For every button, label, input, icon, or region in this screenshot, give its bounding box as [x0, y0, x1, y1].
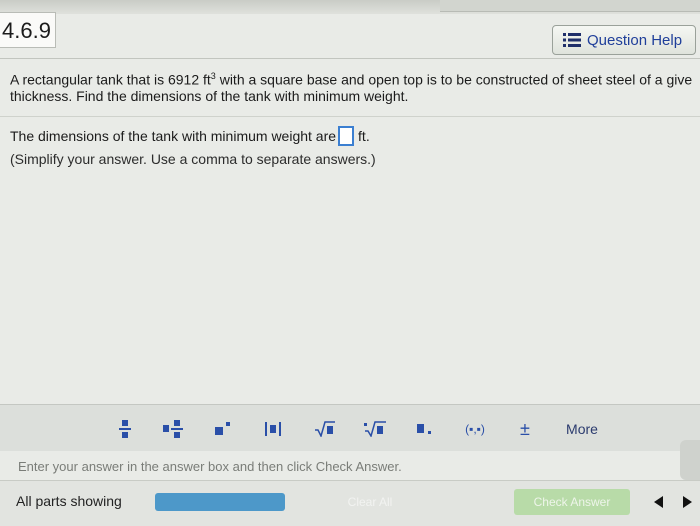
decimal-button[interactable]	[408, 416, 442, 442]
sqrt-icon	[315, 421, 335, 437]
page-corner-shadow	[680, 440, 700, 480]
problem-text-prefix: A rectangular tank that is 6912 ft	[10, 71, 211, 88]
next-button[interactable]	[678, 491, 696, 513]
plus-minus-glyph: ±	[520, 418, 530, 439]
answer-unit: ft.	[358, 128, 370, 144]
decimal-icon	[417, 424, 431, 434]
status-message: Enter your answer in the answer box and …	[18, 459, 402, 474]
question-number: 4.6.9	[0, 12, 56, 48]
math-palette: (▪,▪) ± More	[0, 404, 700, 451]
browser-top-bar	[0, 0, 700, 14]
absolute-value-icon	[265, 422, 281, 436]
sqrt-button[interactable]	[308, 416, 342, 442]
answer-line: The dimensions of the tank with minimum …	[10, 126, 370, 146]
answer-input[interactable]	[338, 126, 355, 146]
problem-divider	[0, 116, 700, 117]
header-divider	[0, 58, 700, 59]
fraction-icon	[119, 420, 131, 438]
absolute-value-button[interactable]	[256, 416, 290, 442]
plus-minus-button[interactable]: ±	[508, 416, 542, 442]
footer-bar: All parts showing Clear All Check Answer	[0, 480, 700, 526]
nth-root-icon	[364, 421, 386, 437]
answer-hint: (Simplify your answer. Use a comma to se…	[10, 151, 376, 167]
check-answer-button[interactable]: Check Answer	[514, 489, 630, 515]
progress-fill	[155, 493, 285, 511]
menu-icon	[563, 33, 581, 47]
ordered-pair-glyph: (▪,▪)	[465, 422, 485, 436]
mixed-number-button[interactable]	[156, 416, 190, 442]
tab-edge	[440, 0, 700, 12]
ordered-pair-button[interactable]: (▪,▪)	[458, 416, 492, 442]
problem-line-2: thickness. Find the dimensions of the ta…	[10, 87, 409, 104]
exponent-icon	[215, 422, 230, 435]
triangle-right-icon	[683, 496, 692, 508]
problem-statement: A rectangular tank that is 6912 ft3 with…	[10, 68, 700, 104]
question-help-button[interactable]: Question Help	[552, 25, 696, 55]
progress-bar	[155, 493, 285, 511]
problem-text-suffix: with a square base and open top is to be…	[215, 71, 693, 88]
problem-line-1: A rectangular tank that is 6912 ft3 with…	[10, 68, 700, 88]
fraction-button[interactable]	[108, 416, 142, 442]
answer-prompt: The dimensions of the tank with minimum …	[10, 128, 337, 144]
exponent-button[interactable]	[206, 416, 240, 442]
nth-root-button[interactable]	[358, 416, 392, 442]
parts-showing-label: All parts showing	[16, 493, 122, 509]
clear-all-button[interactable]: Clear All	[340, 490, 400, 514]
triangle-left-icon	[654, 496, 663, 508]
question-help-label: Question Help	[587, 31, 683, 49]
mixed-number-icon	[163, 420, 183, 438]
previous-button[interactable]	[650, 491, 668, 513]
more-button[interactable]: More	[556, 416, 608, 442]
